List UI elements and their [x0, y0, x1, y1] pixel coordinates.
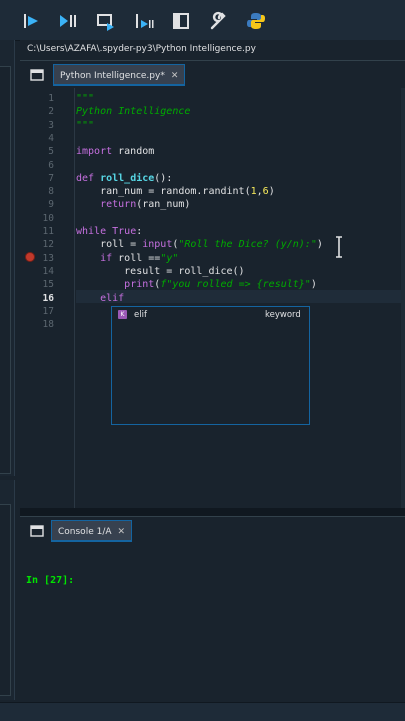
line-number: 5 — [48, 146, 54, 158]
text-cursor-icon — [334, 236, 344, 258]
line-number: 16 — [42, 292, 54, 304]
console-prompt[interactable]: In [27]: — [26, 575, 74, 586]
line-number: 4 — [48, 132, 54, 144]
line-number: 18 — [42, 319, 54, 331]
preferences-wrench-icon[interactable] — [207, 10, 229, 32]
line-number: 7 — [48, 172, 54, 184]
tab-python-intelligence[interactable]: Python Intelligence.py* ✕ — [53, 64, 186, 86]
line-number: 12 — [42, 239, 54, 251]
code-line-2: Python Intelligence — [76, 106, 191, 118]
left-dock-panel — [0, 40, 15, 476]
code-completion-popup: K elif keyword — [111, 306, 310, 425]
completion-item-kind: keyword — [265, 310, 301, 320]
run-selection-icon[interactable] — [133, 10, 155, 32]
console-tab-label: Console 1/A — [58, 527, 112, 537]
code-line-3: """ — [76, 119, 95, 131]
left-dock-panel-bottom — [0, 480, 15, 700]
line-number: 6 — [48, 159, 54, 171]
pane-splitter[interactable] — [20, 508, 405, 516]
tab-console[interactable]: Console 1/A ✕ — [51, 520, 133, 542]
line-number: 3 — [48, 119, 54, 131]
code-line-9: return(ran_num) — [100, 199, 191, 211]
run-cell-advance-icon[interactable] — [95, 10, 117, 32]
completion-item-elif[interactable]: K elif keyword — [112, 307, 309, 323]
line-number: 15 — [42, 279, 54, 291]
close-tab-icon[interactable]: ✕ — [171, 71, 179, 81]
completion-item-label: elif — [134, 310, 147, 320]
line-number: 9 — [48, 199, 54, 211]
line-number: 14 — [42, 265, 54, 277]
line-number: 2 — [48, 106, 54, 118]
close-console-tab-icon[interactable]: ✕ — [118, 527, 126, 537]
file-path-label: C:\Users\AZAFA\.spyder-py3\Python Intell… — [20, 40, 405, 60]
main-toolbar — [0, 0, 405, 41]
line-number: 8 — [48, 186, 54, 198]
run-cell-icon[interactable] — [57, 10, 79, 32]
code-line-13: if roll =="y" — [100, 252, 179, 264]
line-number: 10 — [42, 212, 54, 224]
code-line-5: import random — [76, 146, 155, 158]
code-line-15: print(f"you rolled => {result}") — [124, 279, 317, 291]
console-pane — [20, 516, 405, 703]
line-number: 17 — [42, 305, 54, 317]
pane-options-icon[interactable] — [30, 66, 44, 81]
code-line-12: roll = input("Roll the Dice? (y/n):") — [76, 239, 323, 251]
line-number: 1 — [48, 93, 54, 104]
code-editor[interactable]: """ Python Intelligence """ import rando… — [76, 92, 401, 508]
tab-label: Python Intelligence.py* — [60, 71, 165, 81]
line-number: 11 — [42, 226, 54, 237]
console-pane-options-icon[interactable] — [30, 522, 44, 537]
code-line-16: elif — [100, 292, 125, 304]
maximize-pane-icon[interactable] — [170, 10, 192, 32]
editor-scrollbar[interactable] — [401, 88, 405, 508]
code-line-7: def roll_dice(): — [76, 172, 173, 184]
status-bar — [0, 702, 405, 721]
code-line-14: result = roll_dice() — [76, 265, 245, 277]
code-line-8: ran_num = random.randint(1,6) — [76, 186, 275, 198]
keyword-badge-icon: K — [118, 310, 127, 319]
code-line-1: """ — [76, 93, 95, 104]
run-icon[interactable] — [20, 10, 42, 32]
code-line-11: while True: — [76, 226, 143, 237]
python-path-icon[interactable] — [245, 10, 267, 32]
breakpoint-icon[interactable] — [26, 253, 34, 261]
